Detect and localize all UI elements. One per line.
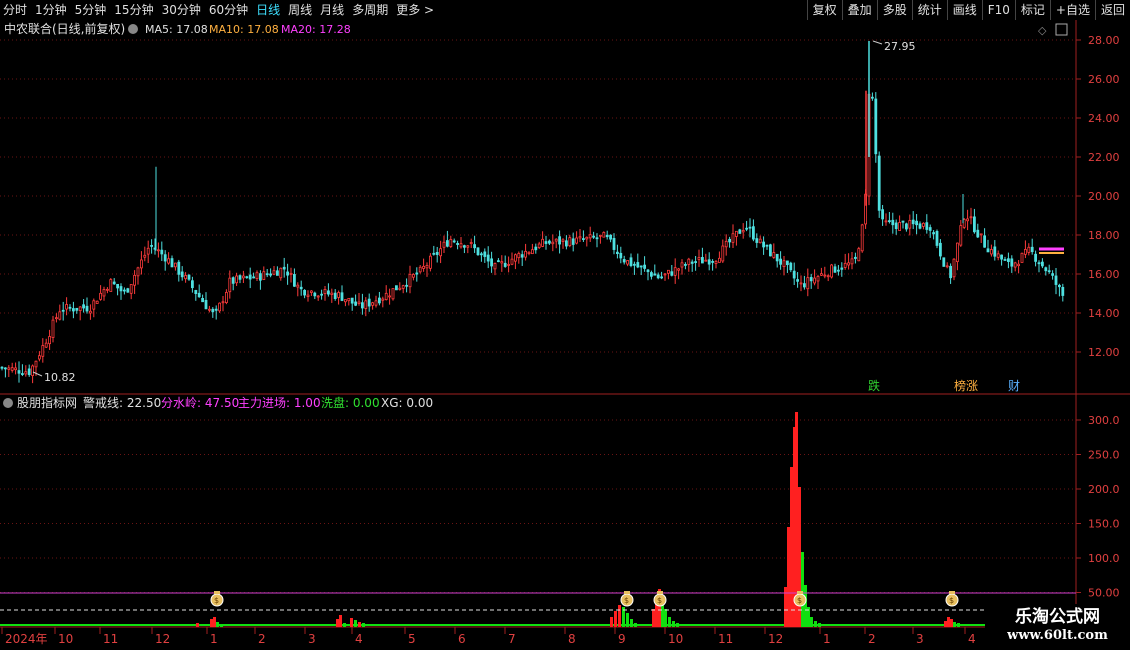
ma10-label: MA10: 17.08 [209, 23, 279, 36]
period-tab-2[interactable]: 5分钟 [72, 0, 107, 20]
svg-text:$: $ [797, 596, 802, 605]
x-tick-label: 2024年 [5, 632, 48, 646]
indicator-tick-label: 300.0 [1088, 414, 1120, 427]
period-tab-5[interactable]: 60分钟 [206, 0, 248, 20]
low-price-label: 10.82 [44, 371, 76, 384]
indicator-tick-label: 100.0 [1088, 552, 1120, 565]
ridge-label: 分水岭: 47.50 [161, 396, 239, 410]
x-tick-label: 12 [768, 632, 783, 646]
indicator-tick-label: 50.00 [1088, 587, 1120, 600]
tag-rank-up[interactable]: 榜涨 [954, 378, 978, 393]
svg-text:$: $ [949, 596, 954, 605]
period-tab-8[interactable]: 月线 [317, 0, 344, 20]
period-tab-1[interactable]: 1分钟 [32, 0, 67, 20]
action-button-8[interactable]: 返回 [1094, 0, 1130, 20]
action-button-4[interactable]: 画线 [946, 0, 982, 20]
x-tick-label: 3 [916, 632, 924, 646]
svg-text:$: $ [214, 596, 219, 605]
action-button-5[interactable]: F10 [981, 0, 1015, 20]
x-tick-label: 4 [968, 632, 976, 646]
action-button-0[interactable]: 复权 [806, 0, 842, 20]
x-tick-label: 10 [668, 632, 683, 646]
period-tab-3[interactable]: 15分钟 [111, 0, 153, 20]
price-tick-label: 20.00 [1088, 190, 1120, 203]
price-tick-label: 24.00 [1088, 112, 1120, 125]
svg-text:$: $ [624, 596, 629, 605]
period-tab-7[interactable]: 周线 [285, 0, 312, 20]
period-tab-6[interactable]: 日线 [253, 0, 280, 20]
action-button-1[interactable]: 叠加 [841, 0, 877, 20]
kline-chart-area[interactable]: 28.00 26.00 24.00 22.00 20.00 18.00 16.00 14.00… [0, 20, 1130, 650]
indicator-tick-label: 200.0 [1088, 483, 1120, 496]
x-tick-label: 5 [408, 632, 416, 646]
chart-title: 中农联合(日线,前复权) [4, 21, 125, 36]
x-tick-label: 10 [58, 632, 73, 646]
x-tick-label: 12 [155, 632, 170, 646]
x-tick-label: 1 [823, 632, 831, 646]
warn-line-label: 警戒线: 22.50 [83, 395, 161, 410]
price-tick-label: 12.00 [1088, 346, 1120, 359]
tag-down[interactable]: 跌 [868, 378, 880, 393]
x-tick-label: 7 [508, 632, 516, 646]
price-tick-label: 22.00 [1088, 151, 1120, 164]
x-tick-label: 2 [868, 632, 876, 646]
ma5-label: MA5: 17.08 [145, 23, 208, 36]
indicator-tick-label: 150.0 [1088, 518, 1120, 531]
period-tabs: 分时 1分钟 5分钟 15分钟 30分钟 60分钟 日线 周线 月线 多周期 更多 > [0, 0, 439, 20]
price-tick-label: 14.00 [1088, 307, 1120, 320]
period-toolbar: 分时 1分钟 5分钟 15分钟 30分钟 60分钟 日线 周线 月线 多周期 更多 > 复权 叠加 多股… [0, 0, 1130, 21]
indicator-name: 股朋指标网 [17, 395, 77, 410]
high-price-label: 27.95 [884, 40, 916, 53]
x-tick-label: 11 [718, 632, 733, 646]
period-tab-10[interactable]: 更多 > [393, 0, 434, 20]
tag-finance[interactable]: 财 [1008, 379, 1020, 393]
price-tick-label: 28.00 [1088, 34, 1120, 47]
action-button-3[interactable]: 统计 [911, 0, 947, 20]
x-tick-label: 6 [458, 632, 466, 646]
watermark: 乐淘公式网 www.60lt.com [985, 604, 1130, 650]
x-tick-label: 9 [618, 632, 626, 646]
period-tab-0[interactable]: 分时 [0, 0, 27, 20]
x-tick-label: 1 [210, 632, 218, 646]
x-tick-label: 3 [308, 632, 316, 646]
x-tick-label: 8 [568, 632, 576, 646]
action-button-2[interactable]: 多股 [876, 0, 912, 20]
price-tick-label: 18.00 [1088, 229, 1120, 242]
diamond-icon[interactable]: ◇ [1038, 24, 1047, 37]
period-tab-4[interactable]: 30分钟 [159, 0, 201, 20]
action-button-6[interactable]: 标记 [1014, 0, 1050, 20]
action-buttons: 复权 叠加 多股 统计 画线 F10 标记 +自选 返回 [806, 0, 1130, 20]
x-tick-label: 11 [103, 632, 118, 646]
wash-label: 洗盘: 0.00 [321, 395, 380, 410]
price-tick-label: 26.00 [1088, 73, 1120, 86]
action-button-7[interactable]: +自选 [1049, 0, 1095, 20]
price-tick-label: 16.00 [1088, 268, 1120, 281]
watermark-title: 乐淘公式网 [1015, 607, 1100, 627]
svg-text:$: $ [657, 596, 662, 605]
settings-icon[interactable] [128, 24, 138, 34]
x-tick-label: 4 [355, 632, 363, 646]
period-tab-9[interactable]: 多周期 [349, 0, 388, 20]
main-in-label: 主力进场: 1.00 [238, 396, 321, 410]
xg-label: XG: 0.00 [381, 396, 433, 410]
indicator-settings-icon[interactable] [3, 398, 13, 408]
watermark-url: www.60lt.com [1007, 628, 1108, 643]
indicator-tick-label: 250.0 [1088, 449, 1120, 462]
x-tick-label: 2 [258, 632, 266, 646]
ma20-label: MA20: 17.28 [281, 23, 351, 36]
